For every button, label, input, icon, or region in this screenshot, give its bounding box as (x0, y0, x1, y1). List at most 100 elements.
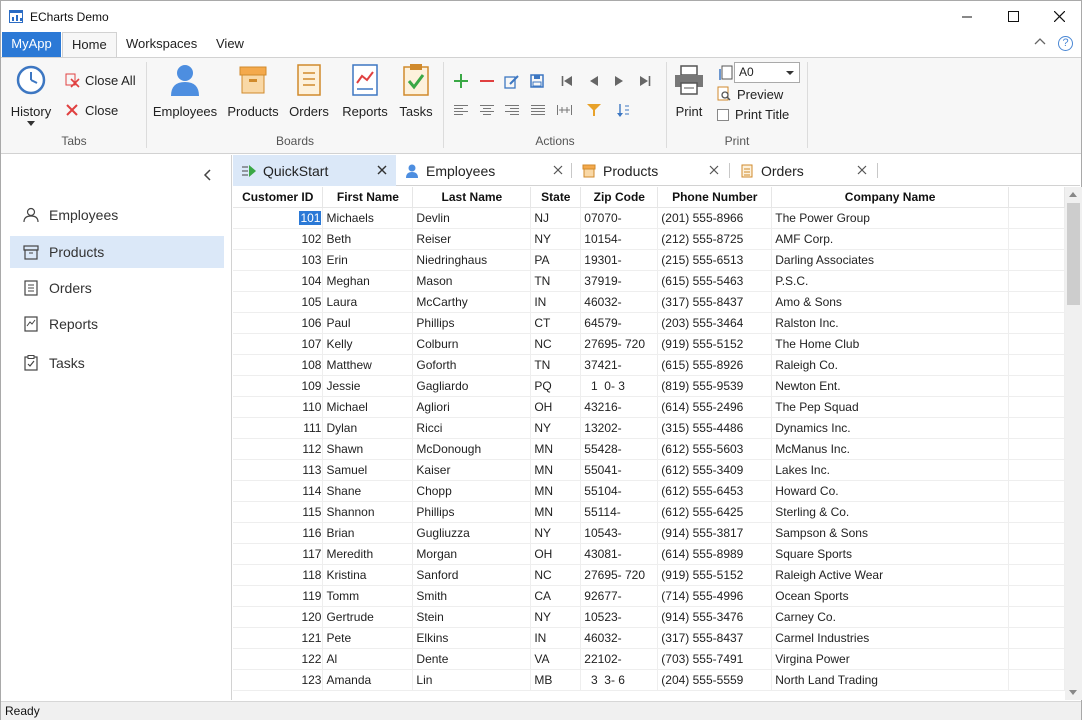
cell-last-name[interactable]: Lin (412, 669, 532, 691)
cell-first-name[interactable]: Erin (322, 249, 414, 271)
tab-quickstart[interactable]: QuickStart (233, 155, 396, 186)
table-row[interactable]: 105 Laura McCarthy IN 46032- (317) 555-8437 Am… (233, 291, 1065, 313)
sidebar-item-employees[interactable]: Employees (10, 199, 224, 231)
close-tab-icon[interactable] (856, 164, 868, 176)
table-row[interactable]: 110 Michael Agliori OH 43216- (614) 555-2496 T… (233, 396, 1065, 418)
cell-phone-number[interactable]: (201) 555-8966 (657, 207, 773, 229)
cell-zip-code[interactable]: 10523- (580, 606, 659, 628)
cell-company-name[interactable]: Ralston Inc. (771, 312, 1010, 334)
cell-phone-number[interactable]: (919) 555-5152 (657, 564, 773, 586)
table-row[interactable]: 117 Meredith Morgan OH 43081- (614) 555-8989 S… (233, 543, 1065, 565)
scroll-down-icon[interactable] (1069, 690, 1077, 695)
save-icon[interactable] (528, 72, 546, 90)
cell-last-name[interactable]: Dente (412, 648, 532, 670)
cell-company-name[interactable]: Raleigh Co. (771, 354, 1010, 376)
products-board-button[interactable]: Products (225, 61, 281, 119)
cell-last-name[interactable]: Smith (412, 585, 532, 607)
cell-zip-code[interactable]: 37919- (580, 270, 659, 292)
first-record-icon[interactable] (558, 72, 576, 90)
cell-last-name[interactable]: McDonough (412, 438, 532, 460)
cell-customer-id[interactable]: 123 (233, 669, 324, 691)
cell-phone-number[interactable]: (614) 555-2496 (657, 396, 773, 418)
previous-record-icon[interactable] (585, 72, 603, 90)
cell-state[interactable]: NJ (530, 207, 582, 229)
orders-board-button[interactable]: Orders (285, 61, 333, 119)
cell-state[interactable]: CA (530, 585, 582, 607)
cell-customer-id[interactable]: 113 (233, 459, 324, 481)
column-header-customer-id[interactable]: Customer ID (233, 187, 324, 208)
cell-last-name[interactable]: Stein (412, 606, 532, 628)
remove-icon[interactable] (478, 72, 496, 90)
table-row[interactable]: 116 Brian Gugliuzza NY 10543- (914) 555-3817 S… (233, 522, 1065, 544)
filter-icon[interactable] (585, 101, 603, 119)
cell-last-name[interactable]: Niedringhaus (412, 249, 532, 271)
cell-first-name[interactable]: Michaels (322, 207, 414, 229)
column-header-company-name[interactable]: Company Name (771, 187, 1010, 208)
cell-company-name[interactable]: North Land Trading (771, 669, 1010, 691)
cell-customer-id[interactable]: 116 (233, 522, 324, 544)
tasks-board-button[interactable]: Tasks (395, 61, 437, 119)
cell-company-name[interactable]: Sampson & Sons (771, 522, 1010, 544)
table-row[interactable]: 120 Gertrude Stein NY 10523- (914) 555-3476 Ca… (233, 606, 1065, 628)
table-row[interactable]: 123 Amanda Lin MB 3 3- 6 (204) 555-5559 North… (233, 669, 1065, 691)
cell-last-name[interactable]: Chopp (412, 480, 532, 502)
cell-state[interactable]: TN (530, 354, 582, 376)
cell-zip-code[interactable]: 19301- (580, 249, 659, 271)
cell-zip-code[interactable]: 37421- (580, 354, 659, 376)
cell-customer-id[interactable]: 121 (233, 627, 324, 649)
cell-phone-number[interactable]: (215) 555-6513 (657, 249, 773, 271)
cell-customer-id[interactable]: 115 (233, 501, 324, 523)
cell-last-name[interactable]: Gagliardo (412, 375, 532, 397)
cell-state[interactable]: IN (530, 291, 582, 313)
print-title-checkbox[interactable]: Print Title (717, 107, 789, 122)
scroll-up-icon[interactable] (1069, 192, 1077, 197)
cell-customer-id[interactable]: 120 (233, 606, 324, 628)
cell-company-name[interactable]: Raleigh Active Wear (771, 564, 1010, 586)
cell-first-name[interactable]: Shannon (322, 501, 414, 523)
scroll-thumb[interactable] (1067, 203, 1080, 305)
cell-company-name[interactable]: Virgina Power (771, 648, 1010, 670)
cell-first-name[interactable]: Kelly (322, 333, 414, 355)
table-row[interactable]: 102 Beth Reiser NY 10154- (212) 555-8725 AMF C… (233, 228, 1065, 250)
cell-first-name[interactable]: Pete (322, 627, 414, 649)
cell-first-name[interactable]: Gertrude (322, 606, 414, 628)
column-header-first-name[interactable]: First Name (322, 187, 414, 208)
last-record-icon[interactable] (636, 72, 654, 90)
cell-last-name[interactable]: Phillips (412, 501, 532, 523)
history-button[interactable]: History (9, 61, 53, 126)
cell-customer-id[interactable]: 104 (233, 270, 324, 292)
align-right-icon[interactable] (503, 101, 521, 119)
cell-state[interactable]: PQ (530, 375, 582, 397)
cell-zip-code[interactable]: 43081- (580, 543, 659, 565)
cell-state[interactable]: MN (530, 501, 582, 523)
justify-icon[interactable] (529, 101, 547, 119)
cell-company-name[interactable]: Ocean Sports (771, 585, 1010, 607)
cell-last-name[interactable]: McCarthy (412, 291, 532, 313)
cell-customer-id[interactable]: 103 (233, 249, 324, 271)
cell-zip-code[interactable]: 46032- (580, 291, 659, 313)
tab-home[interactable]: Home (62, 32, 117, 58)
cell-last-name[interactable]: Kaiser (412, 459, 532, 481)
cell-company-name[interactable]: P.S.C. (771, 270, 1010, 292)
cell-company-name[interactable]: Dynamics Inc. (771, 417, 1010, 439)
close-tab-icon[interactable] (708, 164, 720, 176)
align-center-icon[interactable] (478, 101, 496, 119)
cell-company-name[interactable]: AMF Corp. (771, 228, 1010, 250)
cell-state[interactable]: NY (530, 228, 582, 250)
cell-phone-number[interactable]: (615) 555-8926 (657, 354, 773, 376)
cell-customer-id[interactable]: 114 (233, 480, 324, 502)
cell-phone-number[interactable]: (615) 555-5463 (657, 270, 773, 292)
cell-first-name[interactable]: Matthew (322, 354, 414, 376)
cell-state[interactable]: OH (530, 543, 582, 565)
sidebar-item-tasks[interactable]: Tasks (10, 347, 224, 379)
cell-state[interactable]: OH (530, 396, 582, 418)
cell-customer-id[interactable]: 105 (233, 291, 324, 313)
cell-phone-number[interactable]: (919) 555-5152 (657, 333, 773, 355)
tab-workspaces[interactable]: Workspaces (117, 32, 206, 57)
cell-first-name[interactable]: Laura (322, 291, 414, 313)
cell-first-name[interactable]: Shane (322, 480, 414, 502)
reports-board-button[interactable]: Reports (337, 61, 393, 119)
cell-state[interactable]: PA (530, 249, 582, 271)
cell-phone-number[interactable]: (315) 555-4486 (657, 417, 773, 439)
cell-last-name[interactable]: Mason (412, 270, 532, 292)
